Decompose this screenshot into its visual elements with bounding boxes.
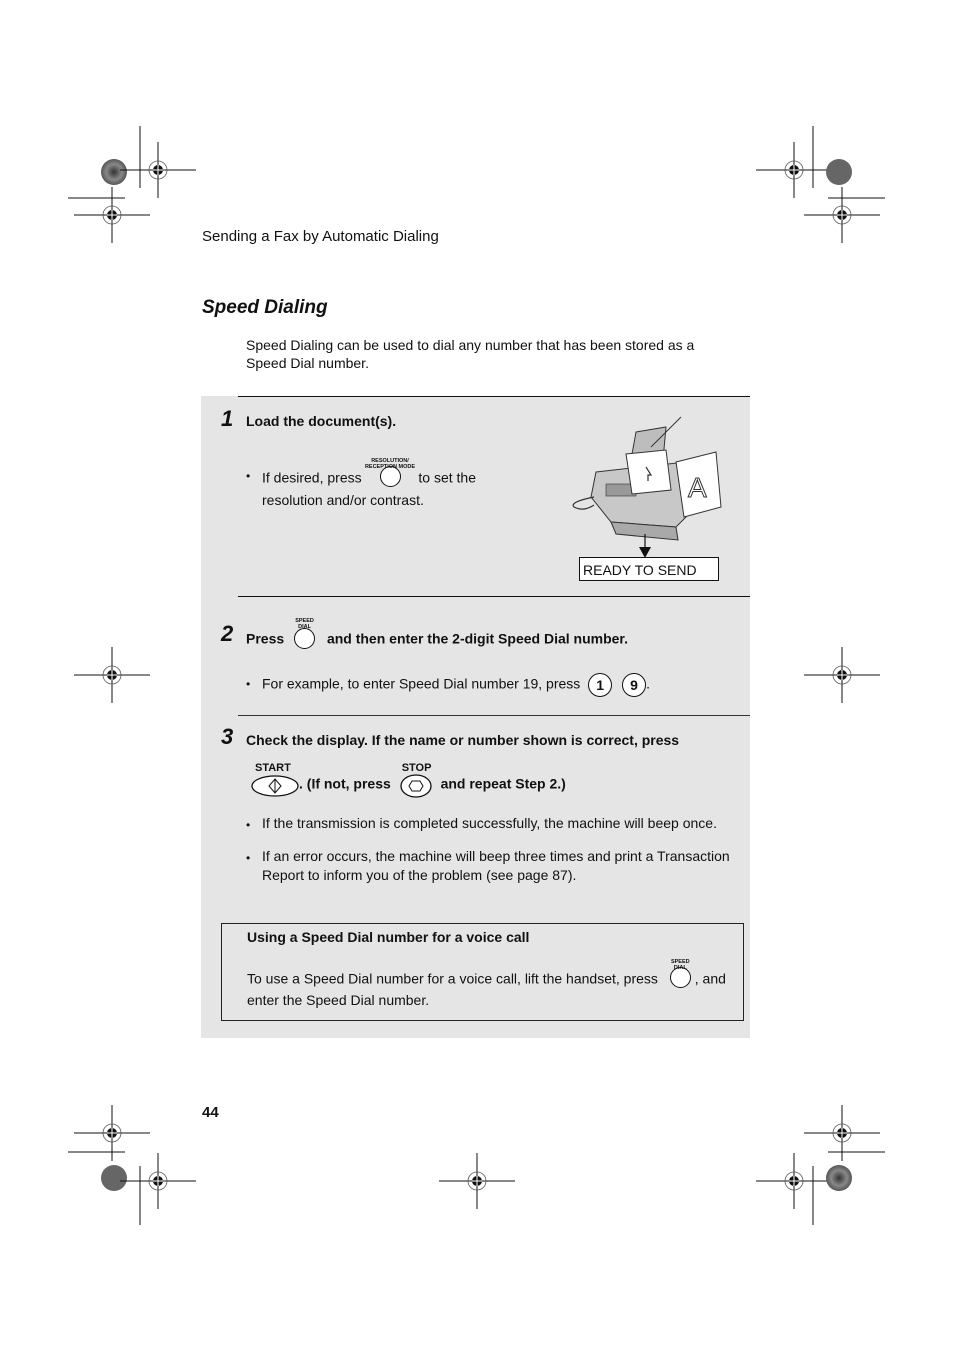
intro-line: Speed Dialing can be used to dial any nu…	[246, 337, 695, 353]
start-key[interactable]: START	[251, 762, 299, 806]
steps-panel: 1 Load the document(s). • If desired, pr…	[201, 396, 750, 1038]
speed-dial-button-icon	[294, 628, 316, 649]
lcd-display: READY TO SEND	[579, 557, 719, 581]
key-9-button[interactable]: 9	[622, 673, 647, 697]
running-header: Sending a Fax by Automatic Dialing	[202, 228, 439, 245]
step-number: 2	[221, 621, 234, 646]
key-label: SPEED DIAL	[670, 959, 690, 971]
bullet-icon: •	[246, 818, 251, 832]
step-heading: Load the document(s).	[246, 413, 397, 429]
step-bullet: If desired, press RESOLUTION/RECEPTION M…	[262, 458, 476, 492]
bullet-icon: •	[246, 469, 251, 483]
note-title: Using a Speed Dial number for a voice ca…	[247, 929, 530, 945]
note-text-cont: enter the Speed Dial number.	[247, 992, 430, 1008]
step-bullet: For example, to enter Speed Dial number …	[262, 673, 650, 697]
color-target-icon	[826, 1165, 852, 1191]
step-bullet: If an error occurs, the machine will bee…	[262, 848, 730, 864]
intro-line: Speed Dial number.	[246, 355, 369, 371]
resolution-key[interactable]: RESOLUTION/RECEPTION MODE	[365, 458, 415, 492]
note-text: To use a Speed Dial number for a voice c…	[247, 959, 726, 993]
step-number: 3	[221, 724, 234, 749]
stop-button-icon	[400, 774, 432, 798]
section-title: Speed Dialing	[202, 297, 328, 318]
start-button-icon	[251, 775, 299, 797]
key-label: RESOLUTION/RECEPTION MODE	[364, 458, 416, 470]
step-bullet: If the transmission is completed success…	[262, 815, 717, 831]
bullet-icon: •	[246, 677, 251, 691]
document-letter: A	[688, 472, 707, 503]
divider	[238, 396, 750, 397]
voice-call-note: Using a Speed Dial number for a voice ca…	[221, 923, 744, 1021]
page-number: 44	[202, 1104, 219, 1121]
step-heading: Check the display. If the name or number…	[246, 732, 680, 748]
step-heading-cont: START . (If not, press STOP and repeat S…	[251, 762, 566, 806]
stop-key[interactable]: STOP	[399, 762, 433, 806]
color-target-icon	[101, 159, 127, 185]
divider	[238, 596, 750, 597]
step-heading: Press SPEED DIAL and then enter the 2-dig…	[246, 618, 628, 652]
speed-dial-key[interactable]: SPEED DIAL	[294, 618, 316, 652]
step-bullet-cont: Report to inform you of the problem (see…	[262, 867, 577, 883]
speed-dial-key[interactable]: SPEED DIAL	[669, 959, 691, 993]
fax-machine-illustration: A	[572, 416, 722, 558]
color-target-icon	[826, 159, 852, 185]
intro-paragraph: Speed Dialing can be used to dial any nu…	[246, 336, 726, 372]
key-1-button[interactable]: 1	[588, 673, 613, 697]
bullet-icon: •	[246, 851, 251, 865]
step-number: 1	[221, 406, 234, 431]
color-target-icon	[101, 1165, 127, 1191]
key-label: SPEED DIAL	[295, 618, 314, 630]
divider	[238, 715, 750, 716]
step-bullet-cont: resolution and/or contrast.	[262, 492, 424, 508]
